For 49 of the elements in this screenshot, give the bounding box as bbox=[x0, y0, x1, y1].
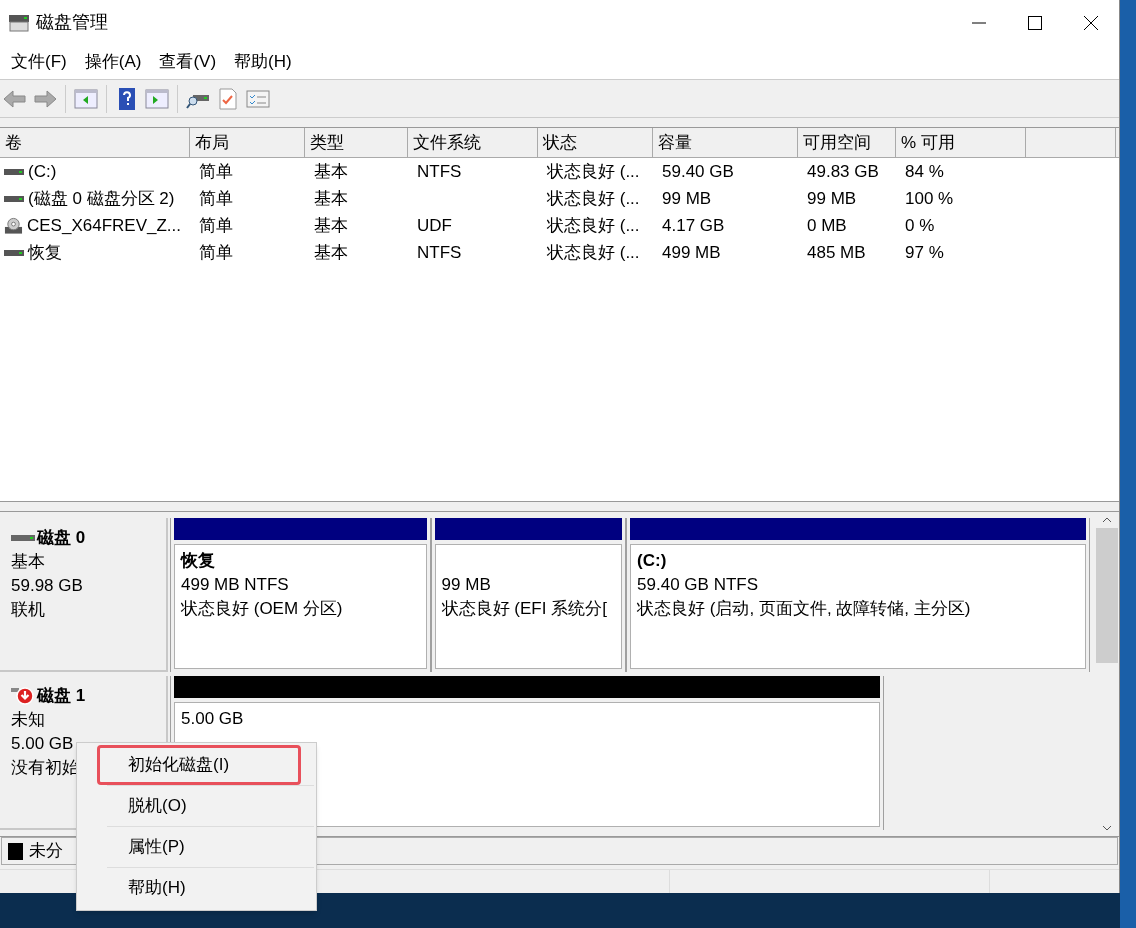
table-cell-text: 59.40 GB bbox=[662, 160, 734, 183]
window-title: 磁盘管理 bbox=[36, 11, 108, 34]
table-cell-text: 499 MB bbox=[662, 241, 721, 264]
table-cell-text: 100 % bbox=[905, 187, 954, 210]
table-cell-text: 简单 bbox=[199, 160, 233, 183]
partition-size: 59.40 GB NTFS bbox=[637, 574, 759, 596]
table-cell-text: 状态良好 (... bbox=[547, 160, 640, 183]
table-cell-text: 99 MB bbox=[807, 187, 857, 210]
table-cell-text: 简单 bbox=[199, 214, 233, 237]
partition-status: 状态良好 (OEM 分区) bbox=[181, 598, 343, 620]
partition-size: 5.00 GB bbox=[181, 708, 244, 730]
table-cell-text: (磁盘 0 磁盘分区 2) bbox=[28, 187, 175, 210]
table-cell-text: 0 % bbox=[905, 214, 935, 237]
table-cell-text: CES_X64FREV_Z... bbox=[27, 214, 181, 237]
disk-name: 磁盘 0 bbox=[37, 527, 86, 549]
disk-detail: 未知 bbox=[11, 709, 45, 731]
partition-label: (C:) bbox=[637, 550, 667, 572]
table-cell-text: 4.17 GB bbox=[662, 214, 725, 237]
table-cell-text: 状态良好 (... bbox=[547, 214, 640, 237]
disk-detail: 59.98 GB bbox=[11, 575, 83, 597]
partition-label: 恢复 bbox=[181, 550, 215, 572]
partition-status: 状态良好 (EFI 系统分[ bbox=[441, 598, 607, 620]
table-cell-text: 恢复 bbox=[28, 241, 62, 264]
table-cell-text: 基本 bbox=[314, 241, 348, 264]
table-cell-text: 49.83 GB bbox=[807, 160, 879, 183]
table-cell-text: NTFS bbox=[417, 241, 462, 264]
table-cell-text: 99 MB bbox=[662, 187, 712, 210]
table-cell-text: 状态良好 (... bbox=[547, 187, 640, 210]
table-cell-text: 状态良好 (... bbox=[547, 241, 640, 264]
table-cell-text: 基本 bbox=[314, 187, 348, 210]
table-cell-text: 485 MB bbox=[807, 241, 866, 264]
disk-detail: 基本 bbox=[11, 551, 45, 573]
disk-name: 磁盘 1 bbox=[37, 685, 86, 707]
partition-size: 99 MB bbox=[441, 574, 491, 596]
legend-label: 未分 bbox=[29, 840, 63, 863]
partition-status: 状态良好 (启动, 页面文件, 故障转储, 主分区) bbox=[637, 598, 971, 620]
table-cell-text: (C:) bbox=[28, 160, 57, 183]
table-cell-text: UDF bbox=[417, 214, 452, 237]
disk-detail: 联机 bbox=[11, 599, 45, 621]
table-cell-text: 简单 bbox=[199, 187, 233, 210]
table-cell-text: NTFS bbox=[417, 160, 462, 183]
table-cell-text: 0 MB bbox=[807, 214, 847, 237]
table-cell-text: 基本 bbox=[314, 160, 348, 183]
table-cell-text: 84 % bbox=[905, 160, 944, 183]
table-cell-text: 简单 bbox=[199, 241, 233, 264]
table-cell-text: 97 % bbox=[905, 241, 944, 264]
table-cell-text: 基本 bbox=[314, 214, 348, 237]
partition-size: 499 MB NTFS bbox=[181, 574, 289, 596]
disk-detail: 5.00 GB bbox=[11, 733, 74, 755]
